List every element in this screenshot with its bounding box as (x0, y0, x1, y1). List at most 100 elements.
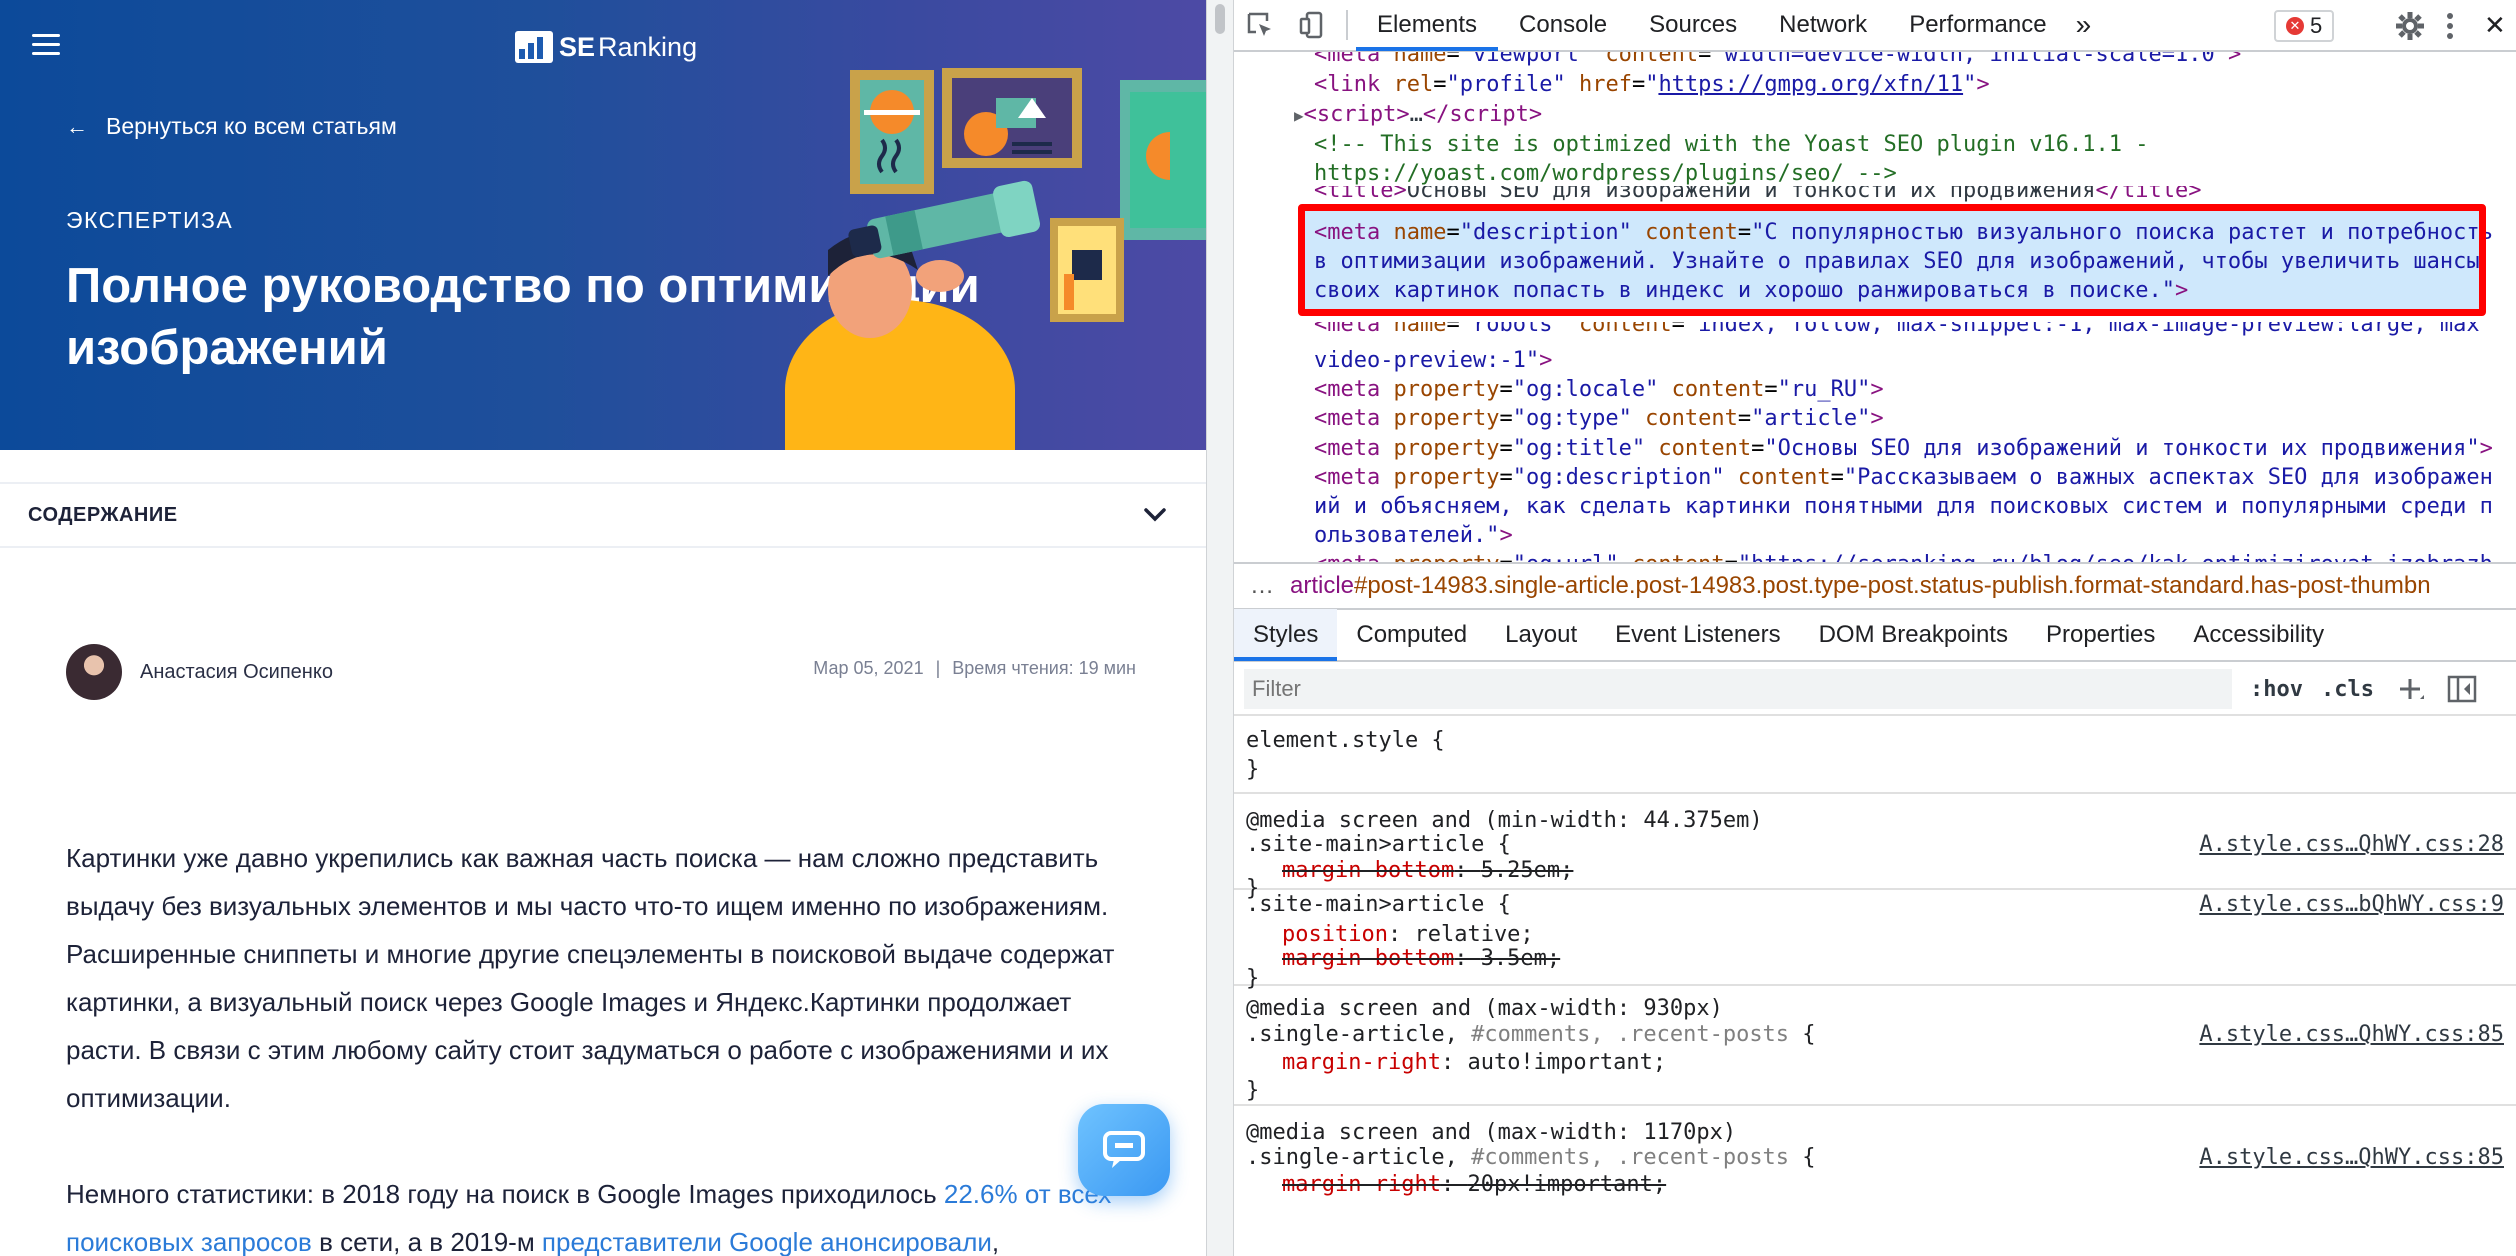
logo-text-se: SE (559, 31, 596, 62)
tab-network[interactable]: Network (1758, 0, 1888, 51)
error-counter-badge[interactable]: ✕ 5 (2274, 10, 2335, 42)
dom-comment[interactable]: https://yoast.com/wordpress/plugins/seo/… (1314, 159, 1897, 189)
hov-toggle-button[interactable]: :hov (2250, 677, 2303, 702)
styles-filter-input[interactable] (1244, 669, 2232, 709)
breadcrumb-tag: article (1290, 572, 1355, 599)
tab-dom-breakpoints[interactable]: DOM Breakpoints (1800, 609, 2027, 661)
attr-name: content (1737, 465, 1831, 490)
error-icon: ✕ (2286, 17, 2304, 35)
tab-performance[interactable]: Performance (1888, 0, 2067, 51)
tab-layout[interactable]: Layout (1486, 609, 1596, 661)
scrollbar-thumb[interactable] (1215, 4, 1225, 34)
rule-source-link[interactable]: A.style.css…QhWY.css:85 (2199, 1143, 2504, 1172)
dom-node-og-url[interactable]: <meta property="og:url" content="https:/… (1314, 550, 2493, 562)
rule-media-max-1170[interactable]: @media screen and (max-width: 1170px) .s… (1234, 1106, 2516, 1256)
avatar[interactable] (66, 644, 122, 700)
cls-toggle-button[interactable]: .cls (2321, 677, 2374, 702)
paragraph-text: в сети, а в 2019-м (311, 1227, 542, 1256)
inspect-element-icon[interactable] (1234, 0, 1286, 51)
more-tabs-chevron-icon[interactable]: » (2068, 0, 2100, 51)
rule-selector[interactable]: .site-main>article { (1246, 830, 1511, 859)
dom-node-script[interactable]: ▶<script>…</script> (1294, 100, 1542, 131)
breadcrumb-item-article[interactable]: article#post-14983.single-article.post-1… (1290, 572, 2431, 600)
styles-subtabs: Styles Computed Layout Event Listeners D… (1234, 609, 2516, 662)
rule-selector[interactable]: .single-article, #comments, .recent-post… (1246, 1020, 1816, 1049)
more-options-icon[interactable] (2444, 10, 2456, 42)
attr-name: rel (1393, 72, 1434, 97)
attr-name: content (1671, 377, 1765, 402)
rule-media-min-width[interactable]: @media screen and (min-width: 44.375em) … (1234, 794, 2516, 901)
rule-selector[interactable]: .single-article, #comments, .recent-post… (1246, 1143, 1816, 1172)
expand-triangle-icon[interactable]: ▶ (1294, 106, 1304, 125)
css-declaration[interactable]: margin-bottom: 5.25em; (1282, 856, 1573, 885)
chat-widget-button[interactable] (1078, 1104, 1170, 1196)
dom-node-meta-viewport[interactable]: <meta name="viewport" content="width=dev… (1314, 52, 2241, 70)
dom-comment[interactable]: <!-- This site is optimized with the Yoa… (1314, 130, 2148, 160)
attr-value: "profile" (1446, 72, 1566, 97)
dom-node-og-locale[interactable]: <meta property="og:locale" content="ru_R… (1314, 375, 1884, 405)
hero-banner: SE Ranking ← Вернуться ко всем статьям Э… (0, 0, 1206, 450)
page-scrollbar[interactable] (1206, 0, 1234, 1256)
attr-value: "Рассказываем о важных аспектах SEO для … (1843, 465, 2493, 490)
dom-breadcrumb[interactable]: … article#post-14983.single-article.post… (1234, 562, 2516, 610)
close-devtools-icon[interactable]: ✕ (2484, 10, 2506, 41)
rule-source-link[interactable]: A.style.css…QhWY.css:28 (2199, 830, 2504, 859)
attr-value: "ru_RU" (1777, 377, 1871, 402)
tab-styles[interactable]: Styles (1234, 609, 1338, 661)
media-query: @media screen and (max-width: 930px) (1246, 996, 1723, 1021)
attr-name: content (1645, 406, 1738, 431)
tab-properties[interactable]: Properties (2027, 609, 2174, 661)
tab-accessibility[interactable]: Accessibility (2174, 609, 2343, 661)
attr-value: "article" (1751, 406, 1871, 431)
rule-close: } (1246, 1078, 1260, 1103)
toggle-sidebar-icon[interactable] (2446, 673, 2478, 705)
tab-elements[interactable]: Elements (1356, 0, 1499, 51)
menu-icon[interactable] (32, 34, 60, 56)
tab-sources[interactable]: Sources (1628, 0, 1758, 51)
collapsed-content: … (1409, 102, 1423, 127)
attr-name: href (1578, 72, 1632, 97)
tab-console[interactable]: Console (1498, 0, 1628, 51)
selector-unmatched: #comments, .recent-posts (1457, 1145, 1790, 1170)
attr-value: "og:locale" (1512, 377, 1659, 402)
chevron-down-icon (1144, 508, 1166, 522)
dom-node-og-description[interactable]: <meta property="og:description" content=… (1314, 463, 2493, 493)
site-logo[interactable]: SE Ranking (515, 30, 697, 64)
rule-element-style[interactable]: element.style { } (1234, 718, 2516, 794)
table-of-contents-toggle[interactable]: СОДЕРЖАНИЕ (0, 482, 1206, 548)
back-to-articles-link[interactable]: ← Вернуться ко всем статьям (66, 113, 397, 140)
rule-site-main-article[interactable]: .site-main>article { A.style.css…bQhWY.c… (1234, 890, 2516, 991)
article-paragraph: Немного статистики: в 2018 году на поиск… (66, 1170, 1146, 1256)
attr-name: content (1658, 436, 1752, 461)
attr-name: property (1393, 377, 1500, 402)
gmpg-link[interactable]: https://gmpg.org/xfn/11 (1658, 72, 1963, 97)
logo-mark-icon (515, 31, 553, 63)
tab-event-listeners[interactable]: Event Listeners (1596, 609, 1799, 661)
article-category[interactable]: ЭКСПЕРТИЗА (66, 207, 233, 234)
rule-source-link[interactable]: A.style.css…QhWY.css:85 (2199, 1020, 2504, 1049)
dom-node-og-title[interactable]: <meta property="og:title" content="Основ… (1314, 434, 2493, 464)
author-block[interactable]: Анастасия Осипенко (66, 644, 333, 700)
rule-source-link[interactable]: A.style.css…bQhWY.css:9 (2199, 890, 2504, 919)
device-toolbar-icon[interactable] (1286, 0, 1338, 51)
settings-gear-icon[interactable] (2394, 10, 2426, 42)
css-declaration[interactable]: margin-right: 20px!important; (1282, 1170, 1666, 1199)
css-declaration[interactable]: margin-bottom: 3.5em; (1282, 944, 1560, 973)
rule-selector[interactable]: .site-main>article { (1246, 890, 1511, 919)
tag-name: meta (1327, 406, 1381, 431)
google-announcement-link[interactable]: представители Google анонсировали (542, 1227, 992, 1256)
rule-media-max-930[interactable]: @media screen and (max-width: 930px) .si… (1234, 986, 2516, 1106)
attr-name: name (1393, 52, 1447, 67)
css-declaration[interactable]: margin-right: auto!important; (1282, 1048, 1666, 1077)
selector-brace: { (1789, 1145, 1816, 1170)
attr-value: ользователей." (1314, 523, 1500, 548)
dom-node-link-profile[interactable]: <link rel="profile" href="https://gmpg.o… (1314, 70, 1990, 100)
rule-selector[interactable]: element.style { (1246, 726, 1445, 755)
new-style-rule-plus-icon[interactable] (2394, 673, 2426, 705)
tab-computed[interactable]: Computed (1337, 609, 1486, 661)
devtools-panel: Elements Console Sources Network Perform… (1234, 0, 2516, 1256)
author-name[interactable]: Анастасия Осипенко (140, 661, 333, 684)
breadcrumb-overflow[interactable]: … (1234, 572, 1290, 600)
attr-value: "https://seranking.ru/blog/seo/kak-optim… (1738, 552, 2493, 562)
dom-node-og-type[interactable]: <meta property="og:type" content="articl… (1314, 404, 1884, 434)
